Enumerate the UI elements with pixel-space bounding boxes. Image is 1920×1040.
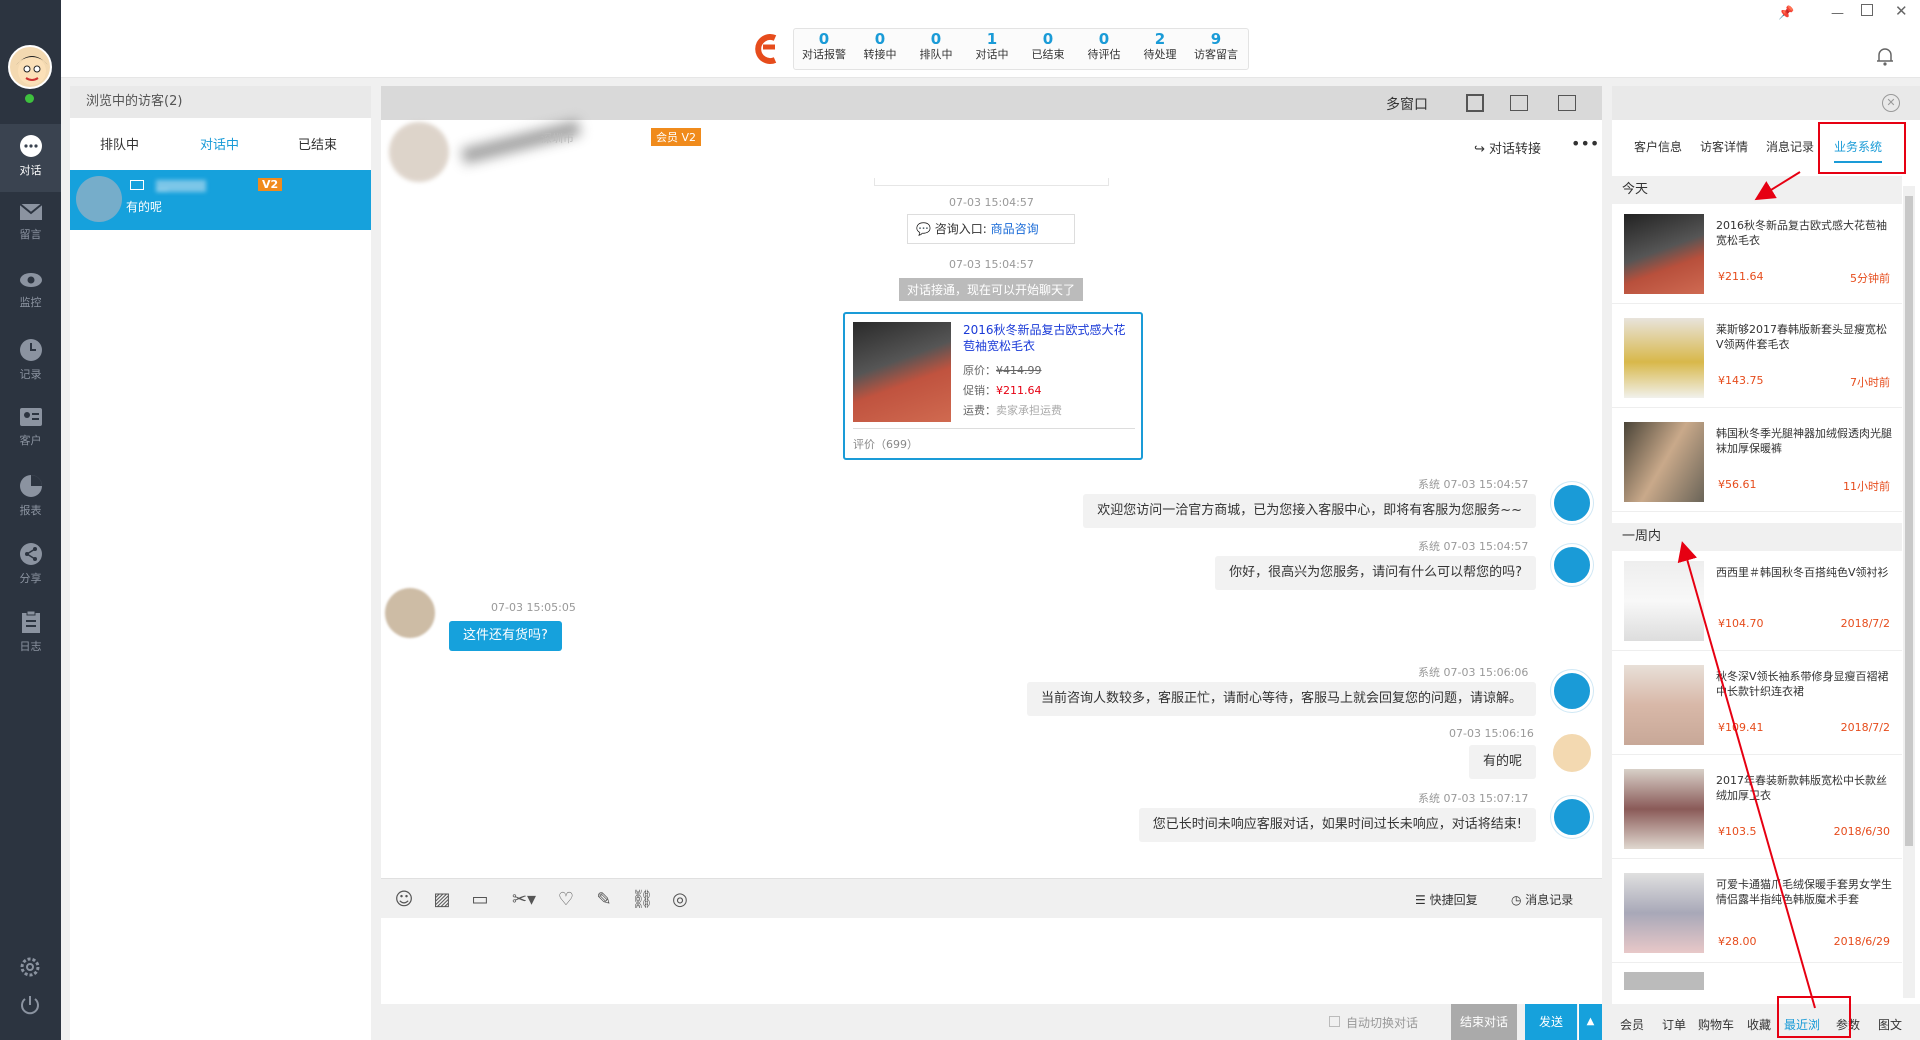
arrow-to-today [1754, 171, 1801, 201]
arrow-to-week [1677, 541, 1816, 1009]
annotation-arrows [1677, 171, 1816, 1009]
